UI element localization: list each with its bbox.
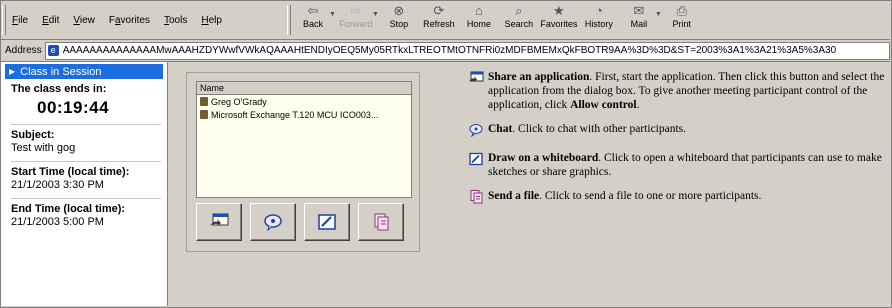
share-application-icon — [210, 213, 229, 226]
list-item[interactable]: Greg O'Grady — [197, 95, 411, 108]
toolbar-home-button[interactable]: ⌂ Home — [459, 1, 499, 39]
toolbar-button-label: History — [584, 19, 613, 29]
end-time-label: End Time (local time): — [11, 203, 126, 215]
toolbar-favorites-button[interactable]: ★ Favorites — [539, 1, 579, 39]
address-label: Address — [5, 45, 42, 56]
end-time-value: 21/1/2003 5:00 PM — [11, 216, 104, 228]
toolbar-mail-button[interactable]: ✉ Mail — [619, 1, 659, 39]
toolbar-button-label: Print — [672, 19, 692, 29]
chat-icon — [469, 124, 483, 138]
help-chat: Chat. Click to chat with other participa… — [468, 122, 888, 141]
refresh-icon: ⟳ — [433, 3, 445, 18]
address-bar: Address e AAAAAAAAAAAAAAMwAAAHZDYWwfVWkA… — [1, 40, 890, 62]
toolbar-forward-button[interactable]: ⇨ Forward — [336, 1, 376, 39]
address-value: AAAAAAAAAAAAAAMwAAAHZDYWwfVWkAQAAAHtENDI… — [62, 45, 837, 56]
chat-text: . Click to chat with other participants. — [512, 123, 687, 135]
meeting-area: Name Greg O'Grady Microsoft Exchange T.1… — [168, 62, 890, 306]
session-header-label: Class in Session — [20, 65, 102, 78]
start-time-label: Start Time (local time): — [11, 166, 130, 178]
toolbar-button-label: Forward — [339, 19, 373, 29]
allow-control-label: Allow control — [570, 99, 637, 111]
menu-view[interactable]: View — [66, 15, 102, 26]
whiteboard-icon — [469, 152, 483, 166]
menu-edit[interactable]: Edit — [35, 15, 66, 26]
help-instructions: Share an application. First, start the a… — [468, 70, 888, 218]
ie-page-icon: e — [47, 45, 59, 56]
share-text-end: . — [636, 99, 640, 111]
toolbar-grip[interactable] — [287, 5, 291, 35]
menu-file[interactable]: File — [5, 15, 35, 26]
participant-list[interactable]: Name Greg O'Grady Microsoft Exchange T.1… — [196, 81, 412, 198]
search-icon: ⌕ — [515, 3, 523, 18]
menu-favorites[interactable]: Favorites — [102, 15, 157, 26]
share-application-icon — [469, 71, 484, 82]
help-send-file: Send a file. Click to send a file to one… — [468, 189, 888, 208]
dropdown-arrow-icon[interactable]: ▼ — [329, 11, 336, 18]
toolbar-search-button[interactable]: ⌕ Search — [499, 1, 539, 39]
send-file-text: . Click to send a file to one or more pa… — [539, 190, 762, 202]
toolbar-button-label: Back — [302, 19, 323, 29]
menu-bar: File Edit View Favorites Tools Help — [5, 1, 229, 39]
participants-panel: Name Greg O'Grady Microsoft Exchange T.1… — [186, 72, 420, 252]
toolbar-button-label: Mail — [630, 19, 648, 29]
session-panel: ▶ Class in Session The class ends in: 00… — [1, 62, 168, 306]
chat-title: Chat — [488, 123, 513, 135]
countdown-timer: 00:19:44 — [37, 98, 110, 117]
whiteboard-icon — [318, 214, 336, 230]
send-file-icon — [374, 213, 389, 231]
toolbar-button-label: Stop — [389, 19, 409, 29]
subject-label: Subject: — [11, 129, 55, 141]
subject-value: Test with gog — [11, 142, 76, 154]
list-item[interactable]: Microsoft Exchange T.120 MCU ICO003... — [197, 108, 411, 121]
ends-label: The class ends in: — [11, 83, 107, 95]
stop-icon: ⊗ — [393, 3, 405, 18]
send-file-button[interactable] — [358, 203, 404, 241]
toolbar-refresh-button[interactable]: ⟳ Refresh — [419, 1, 459, 39]
session-header[interactable]: ▶ Class in Session — [5, 64, 163, 79]
menu-help[interactable]: Help — [194, 15, 229, 26]
help-share-application: Share an application. First, start the a… — [468, 70, 888, 112]
toolbar-history-button[interactable]: ◔ History — [579, 1, 619, 39]
toolbar-stop-button[interactable]: ⊗ Stop — [379, 1, 419, 39]
whiteboard-title: Draw on a whiteboard — [488, 152, 599, 164]
chat-button[interactable] — [250, 203, 296, 241]
share-title: Share an application — [488, 71, 590, 83]
toolbar-row: File Edit View Favorites Tools Help ⇦ Bac… — [1, 1, 890, 40]
divider — [11, 198, 161, 199]
share-application-button[interactable] — [196, 203, 242, 241]
toolbar-button-label: Favorites — [540, 19, 578, 29]
dropdown-arrow-icon[interactable]: ▼ — [655, 11, 662, 18]
favorites-icon: ★ — [553, 3, 565, 18]
toolbar-button-label: Refresh — [423, 19, 455, 29]
action-buttons — [196, 203, 404, 241]
divider — [11, 124, 161, 125]
home-icon: ⌂ — [474, 3, 483, 18]
dropdown-arrow-icon[interactable]: ▼ — [372, 11, 379, 18]
divider — [11, 161, 161, 162]
toolbar-button-label: Home — [466, 19, 491, 29]
person-icon — [200, 110, 208, 119]
list-column-header-name[interactable]: Name — [197, 82, 411, 95]
triangle-right-icon: ▶ — [9, 67, 16, 76]
print-icon: ⎙ — [676, 3, 688, 18]
mail-icon: ✉ — [633, 3, 645, 18]
forward-arrow-icon: ⇨ — [350, 3, 362, 18]
person-icon — [200, 97, 208, 106]
help-whiteboard: Draw on a whiteboard. Click to open a wh… — [468, 151, 888, 179]
history-icon: ◔ — [594, 3, 603, 18]
address-input[interactable]: e AAAAAAAAAAAAAAMwAAAHZDYWwfVWkAQAAAHtEN… — [44, 41, 890, 60]
start-time-value: 21/1/2003 3:30 PM — [11, 179, 104, 191]
whiteboard-button[interactable] — [304, 203, 350, 241]
send-file-icon — [470, 190, 483, 204]
send-file-title: Send a file — [488, 190, 540, 202]
participant-name: Microsoft Exchange T.120 MCU ICO003... — [211, 109, 379, 120]
toolbar-button-label: Search — [504, 19, 534, 29]
participant-name: Greg O'Grady — [211, 96, 267, 107]
toolbar-print-button[interactable]: ⎙ Print — [662, 1, 702, 39]
toolbar-back-button[interactable]: ⇦ Back — [293, 1, 333, 39]
back-arrow-icon: ⇦ — [307, 3, 319, 18]
menu-tools[interactable]: Tools — [157, 15, 194, 26]
standard-toolbar: ⇦ Back ▼ ⇨ Forward ▼ ⊗ Stop ⟳ Refresh ⌂ Home ⌕ Search… — [293, 1, 702, 39]
chat-icon — [264, 214, 282, 232]
